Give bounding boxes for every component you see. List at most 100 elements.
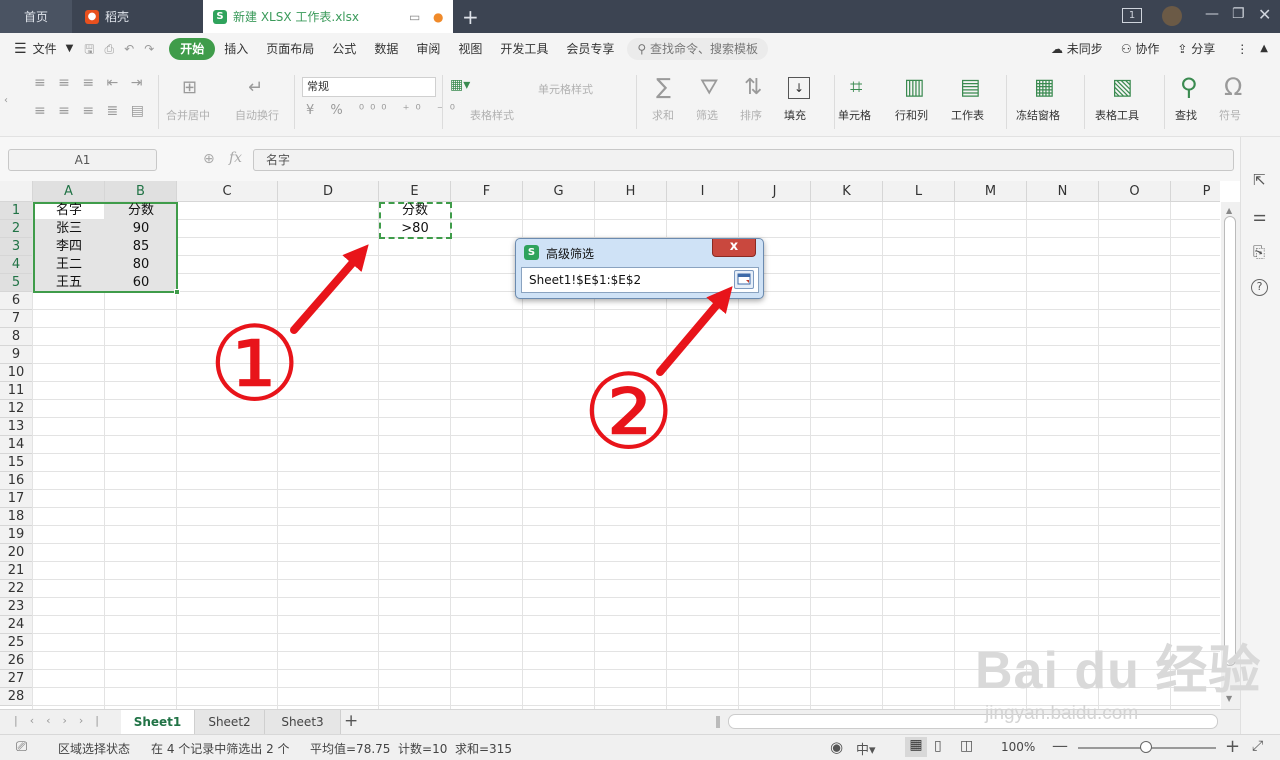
symbol-button[interactable]: 符号 [1219,107,1241,123]
cell-B5[interactable]: 60 [105,274,177,292]
sort-button[interactable]: 排序 [740,107,762,123]
wrap-text-button[interactable]: 自动换行 [235,107,279,123]
eye-protection-icon[interactable]: ◉ [830,738,843,756]
zoom-out-icon[interactable]: — [1052,736,1068,755]
sum-button[interactable]: 求和 [652,107,674,123]
save-icon[interactable]: 🖫 [79,38,99,60]
hamburger-icon[interactable]: ☰ [0,38,31,60]
formula-input[interactable]: 名字 [253,149,1234,171]
cell-E1[interactable]: 分数 [379,202,451,220]
menu-start[interactable]: 开始 [169,38,216,60]
backup-icon[interactable]: ⎘ [1253,243,1265,261]
cell-style-button[interactable]: 单元格样式 [538,81,593,97]
command-search[interactable]: ⚲ 查找命令、搜索模板 [627,38,769,60]
screen-icon[interactable]: ▭ [409,10,420,24]
settings-sliders-icon[interactable]: ⚌ [1253,207,1266,225]
sheet-tab-3[interactable]: Sheet3 [265,710,341,734]
zoom-in-icon[interactable]: + [1225,736,1240,757]
zoom-formula-icon[interactable]: ⊕ [203,151,215,167]
cloud-sync-button[interactable]: ☁ 未同步 [1042,38,1112,60]
filter-icon[interactable]: ⛛ [700,75,718,100]
menu-review[interactable]: 审阅 [407,38,449,60]
print-icon[interactable]: ⎙ [100,38,120,60]
table-format-icon[interactable]: ▦▾ [450,77,470,93]
cell-A4[interactable]: 王二 [33,256,105,274]
fill-button[interactable]: 填充 [784,107,806,123]
fx-icon[interactable]: fx [229,150,242,166]
page-view-icon[interactable]: ▯ [934,738,942,754]
align-left-icons[interactable]: ≡ ≡ ≡ ≣ ▤ [34,103,148,119]
cell-A1[interactable]: 名字 [33,202,105,220]
scrollbar-thumb[interactable] [1224,216,1236,666]
tab-daoke[interactable]: ● 稻壳 [73,0,201,33]
dialog-close-button[interactable]: x [712,239,756,257]
menu-formulas[interactable]: 公式 [323,38,365,60]
chevron-down-icon[interactable]: ▼ [66,38,80,60]
filter-button[interactable]: 筛选 [696,107,718,123]
tab-home[interactable]: 首页 [0,0,72,33]
more-icon[interactable]: ⋮ [1224,38,1260,60]
restore-icon[interactable]: ❐ [1232,6,1245,22]
zoom-slider-knob[interactable] [1140,741,1152,753]
tab-splitter[interactable] [716,716,720,728]
tab-workbook[interactable]: S 新建 XLSX 工作表.xlsx ▭ ● [203,0,453,33]
cell-B2[interactable]: 90 [105,220,177,238]
align-top-icons[interactable]: ≡ ≡ ≡ ⇤ ⇥ [34,75,146,91]
cell-B4[interactable]: 80 [105,256,177,274]
cell-B1[interactable]: 分数 [105,202,177,220]
number-format-select[interactable]: 常规 [302,77,436,97]
row-col-icon[interactable]: ▥ [904,75,925,100]
help-icon[interactable]: ? [1251,279,1268,296]
menu-file[interactable]: 文件 [31,38,66,60]
collapse-ribbon-icon[interactable]: ▲ [1260,38,1280,60]
freeze-icon[interactable]: ▦ [1034,75,1055,100]
minimize-icon[interactable]: — [1205,6,1219,22]
avatar[interactable] [1162,6,1182,26]
cell-B3[interactable]: 85 [105,238,177,256]
add-sheet-icon[interactable]: + [344,711,358,731]
menu-member[interactable]: 会员专享 [557,38,623,60]
pointer-icon[interactable]: ⇱ [1253,171,1266,189]
row-col-button[interactable]: 行和列 [895,107,928,123]
new-tab-button[interactable]: + [462,0,486,33]
ribbon-scroll-left-icon[interactable]: ‹ [0,65,12,137]
merge-center-button[interactable]: 合并居中 [166,107,210,123]
table-style-button[interactable]: 表格样式 [470,107,514,123]
menu-developer[interactable]: 开发工具 [491,38,557,60]
menu-view[interactable]: 视图 [449,38,491,60]
close-window-icon[interactable]: ✕ [1258,5,1271,24]
redo-icon[interactable]: ↷ [139,38,159,60]
share-button[interactable]: ⇪ 分享 [1168,38,1224,60]
zoom-level[interactable]: 100% [1001,740,1035,754]
macro-record-icon[interactable]: ⎚ [16,739,27,755]
undo-icon[interactable]: ↶ [119,38,139,60]
merge-icon[interactable]: ⊞ [182,77,197,98]
cell-icon[interactable]: ⌗ [850,75,862,100]
find-icon[interactable]: ⚲ [1180,73,1198,101]
worksheet-button[interactable]: 工作表 [951,107,984,123]
fullscreen-icon[interactable]: ⤢ [1252,738,1263,754]
scroll-up-icon[interactable]: ▲ [1226,206,1232,215]
sheet-tab-1[interactable]: Sheet1 [121,710,195,734]
normal-view-icon[interactable]: ▦ [905,737,927,757]
sheet-nav-arrows-icon[interactable]: |‹‹››| [14,714,111,727]
currency-percent-icons[interactable]: ¥ % ⁰⁰⁰ ⁺⁰ ⁻⁰ [306,103,461,118]
page-break-view-icon[interactable]: ◫ [960,738,973,754]
criteria-range-input[interactable]: Sheet1!$E$1:$E$2 [521,267,759,293]
cell-A5[interactable]: 王五 [33,274,105,292]
cell-A2[interactable]: 张三 [33,220,105,238]
input-method-icon[interactable]: 中▾ [856,739,876,758]
table-tools-icon[interactable]: ▧ [1112,75,1133,100]
fill-icon[interactable]: ↓ [788,77,810,99]
horizontal-scrollbar[interactable] [728,714,1218,729]
window-count-icon[interactable]: 1 [1122,8,1142,23]
cell-E2[interactable]: >80 [379,220,451,238]
collaborate-button[interactable]: ⚇ 协作 [1112,38,1169,60]
find-button[interactable]: 查找 [1175,107,1197,123]
wrap-icon[interactable]: ↵ [248,77,263,98]
table-tools-button[interactable]: 表格工具 [1095,107,1139,123]
menu-page-layout[interactable]: 页面布局 [257,38,323,60]
symbol-icon[interactable]: Ω [1224,73,1242,101]
name-box[interactable]: A1 [8,149,157,171]
sheet-tab-2[interactable]: Sheet2 [195,710,265,734]
